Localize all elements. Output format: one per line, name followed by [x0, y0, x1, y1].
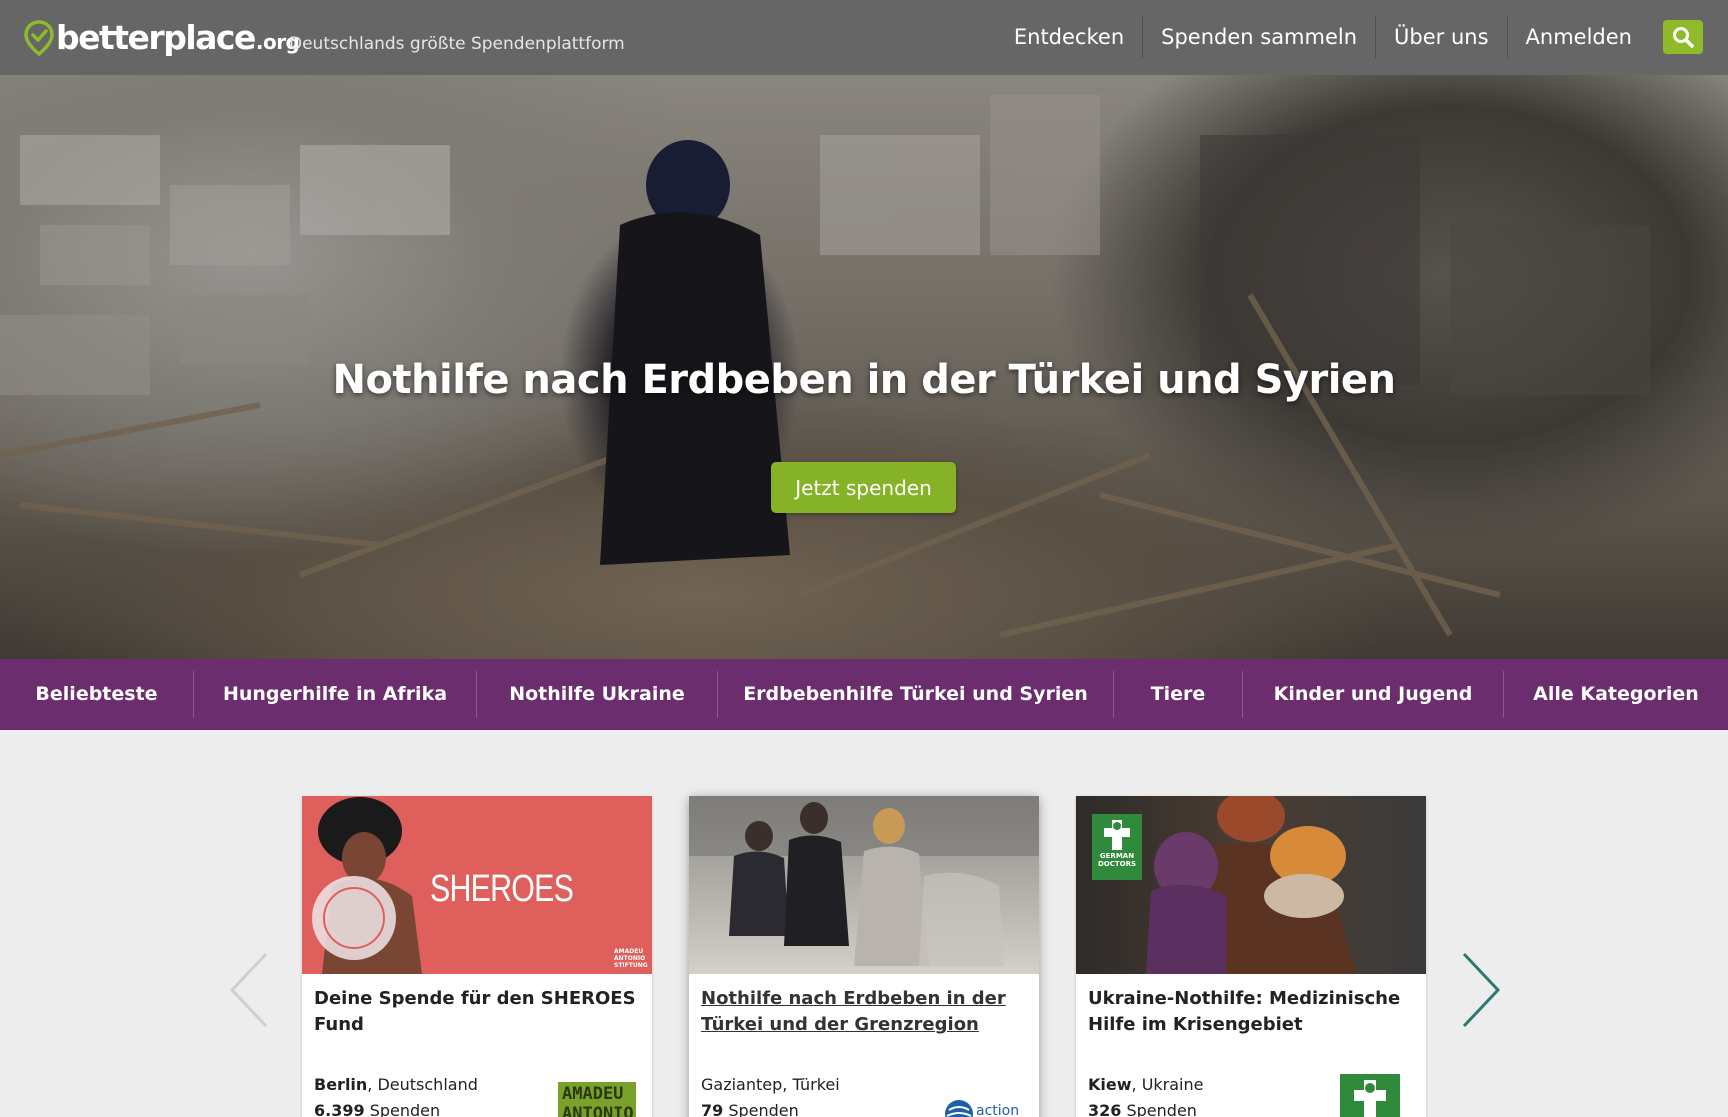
card-image-badge: AMADEU ANTONIO STIFTUNG [614, 948, 648, 969]
card-title[interactable]: Ukraine-Nothilfe: Medizinische Hilfe im … [1088, 986, 1414, 1038]
logo-name: betterplace [56, 18, 256, 57]
medical-cross-icon [1354, 1080, 1386, 1117]
location-pin-icon [24, 19, 54, 56]
card-location: Gaziantep, Türkei [701, 1075, 840, 1094]
org-logo [1340, 1074, 1400, 1117]
org-logo-text: action [976, 1103, 1020, 1117]
carousel-next-arrow[interactable] [1454, 950, 1504, 1030]
category-tiere[interactable]: Tiere [1113, 671, 1242, 718]
category-hungerhilfe-afrika[interactable]: Hungerhilfe in Afrika [193, 671, 476, 718]
category-nothilfe-ukraine[interactable]: Nothilfe Ukraine [476, 671, 717, 718]
card-donation-count: 6.399 Spenden [314, 1101, 441, 1117]
project-card[interactable]: SHEROES AMADEU ANTONIO STIFTUNG Deine Sp… [302, 796, 652, 1117]
card-title[interactable]: Deine Spende für den SHEROES Fund [314, 986, 640, 1038]
org-logo: AMADEU ANTONIO [558, 1082, 636, 1117]
german-doctors-badge: GERMAN DOCTORS [1092, 814, 1142, 880]
nav-entdecken[interactable]: Entdecken [996, 16, 1142, 58]
hero-banner: Nothilfe nach Erdbeben in der Türkei und… [0, 75, 1728, 659]
card-image: SHEROES AMADEU ANTONIO STIFTUNG [302, 796, 652, 974]
hero-title: Nothilfe nach Erdbeben in der Türkei und… [332, 357, 1396, 403]
logo[interactable]: betterplace .org [24, 18, 300, 57]
card-image-text: SHEROES [430, 868, 574, 910]
card-donation-count: 79 Spenden [701, 1101, 799, 1117]
category-erdbebenhilfe[interactable]: Erdbebenhilfe Türkei und Syrien [717, 671, 1113, 718]
project-card[interactable]: Nothilfe nach Erdbeben in der Türkei und… [689, 796, 1039, 1117]
top-navigation: Entdecken Spenden sammeln Über uns Anmel… [996, 16, 1650, 58]
card-title[interactable]: Nothilfe nach Erdbeben in der Türkei und… [701, 986, 1027, 1038]
category-bar: Beliebteste Hungerhilfe in Afrika Nothil… [0, 659, 1728, 730]
card-location: Kiew, Ukraine [1088, 1075, 1204, 1094]
card-donation-count: 326 Spenden [1088, 1101, 1197, 1117]
medical-cross-icon [1104, 820, 1130, 850]
search-icon [1673, 27, 1694, 48]
card-location: Berlin, Deutschland [314, 1075, 478, 1094]
tagline: Deutschlands größte Spendenplattform [289, 34, 625, 54]
category-alle-kategorien[interactable]: Alle Kategorien [1503, 671, 1728, 718]
nav-anmelden[interactable]: Anmelden [1506, 16, 1650, 58]
search-button[interactable] [1663, 20, 1703, 54]
donate-now-button[interactable]: Jetzt spenden [771, 462, 956, 513]
category-beliebteste[interactable]: Beliebteste [0, 671, 193, 718]
card-image: GERMAN DOCTORS [1076, 796, 1426, 974]
card-photo [689, 796, 1039, 966]
site-header: betterplace .org Deutschlands größte Spe… [0, 0, 1728, 75]
category-kinder-jugend[interactable]: Kinder und Jugend [1242, 671, 1503, 718]
globe-icon [945, 1100, 973, 1117]
nav-ueber-uns[interactable]: Über uns [1375, 16, 1507, 58]
org-logo: action [943, 1096, 1023, 1117]
carousel-prev-arrow[interactable] [226, 950, 276, 1030]
card-image [689, 796, 1039, 974]
project-card[interactable]: GERMAN DOCTORS Ukraine-Nothilfe: Medizin… [1076, 796, 1426, 1117]
nav-spenden-sammeln[interactable]: Spenden sammeln [1142, 16, 1375, 58]
